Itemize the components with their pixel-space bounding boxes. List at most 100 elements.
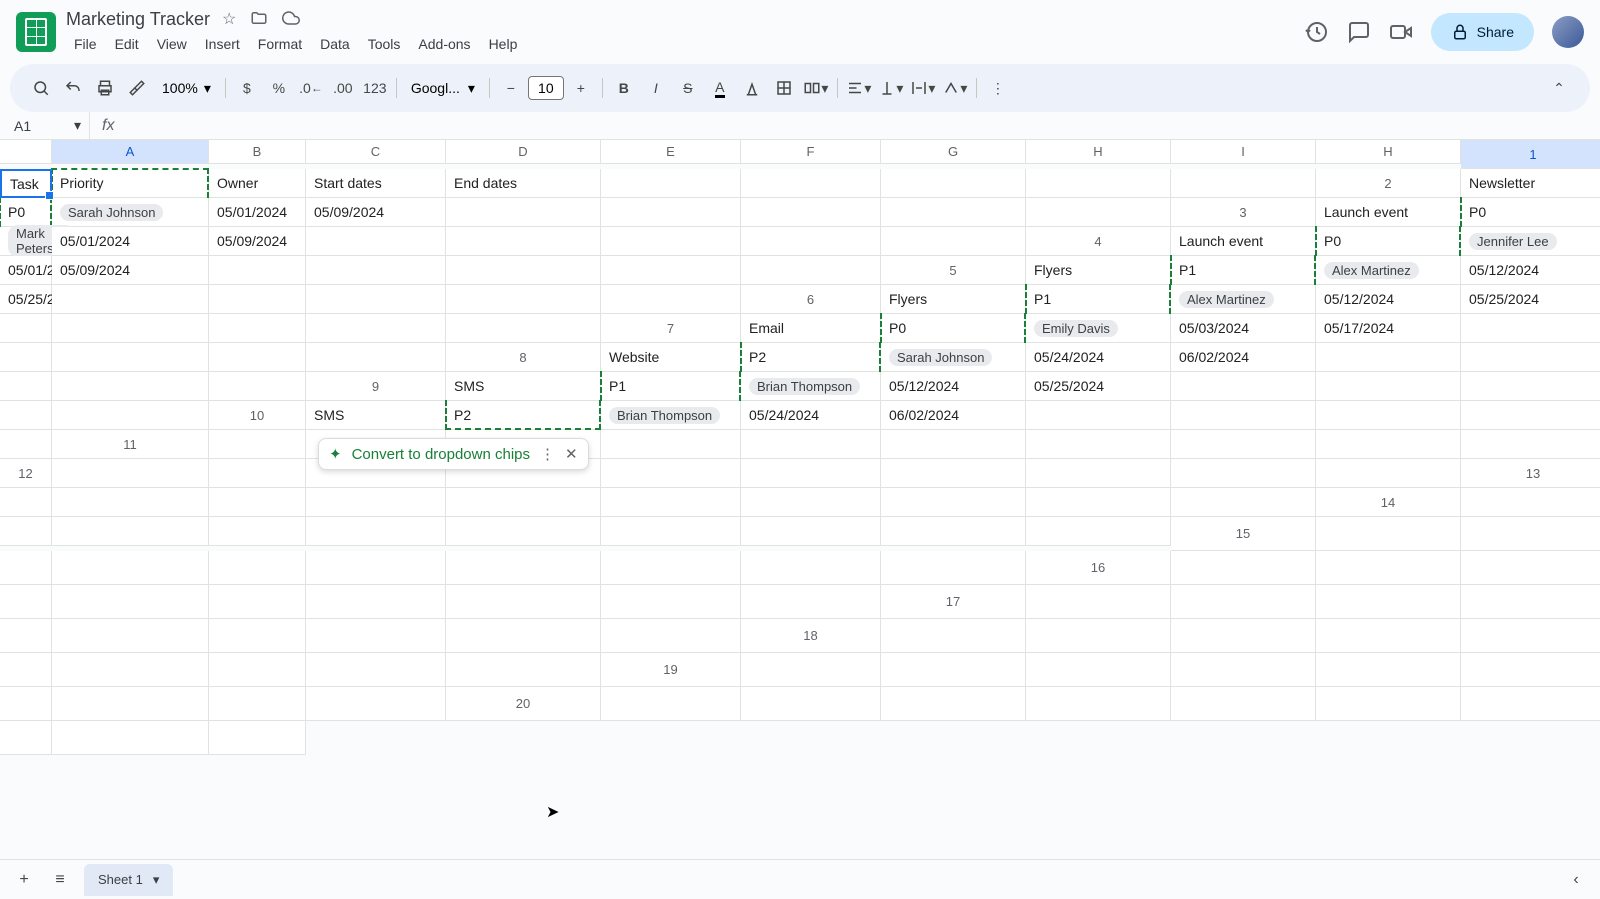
cell[interactable] [446, 517, 601, 546]
more-formats-icon[interactable]: 123 [360, 73, 390, 103]
cell[interactable]: SMS [446, 372, 601, 401]
cell[interactable]: P0 [1316, 227, 1461, 256]
cell[interactable] [306, 285, 446, 314]
cell[interactable] [0, 687, 52, 721]
cell[interactable] [1461, 488, 1600, 517]
cell[interactable]: P0 [881, 314, 1026, 343]
meet-icon[interactable] [1389, 20, 1413, 44]
cell[interactable] [601, 285, 741, 314]
decrease-font-icon[interactable]: − [496, 73, 526, 103]
cell[interactable] [741, 227, 881, 256]
chevron-down-icon[interactable]: ▾ [153, 872, 160, 888]
cell[interactable] [881, 517, 1026, 546]
cell[interactable] [306, 227, 446, 256]
cell[interactable] [1026, 517, 1171, 546]
row-header[interactable]: 6 [741, 285, 881, 314]
cell[interactable] [881, 459, 1026, 488]
percent-icon[interactable]: % [264, 73, 294, 103]
row-header[interactable]: 16 [1026, 551, 1171, 585]
merge-cells-icon[interactable]: ▾ [801, 73, 831, 103]
cell[interactable]: 05/25/2024 [0, 285, 52, 314]
cell[interactable] [306, 488, 446, 517]
cell[interactable] [52, 551, 209, 585]
cell[interactable] [446, 653, 601, 687]
cell[interactable]: Sarah Johnson [881, 343, 1026, 372]
person-chip[interactable]: Sarah Johnson [60, 204, 163, 221]
cell[interactable] [1461, 551, 1600, 585]
cell[interactable] [1026, 430, 1171, 459]
menu-edit[interactable]: Edit [107, 32, 147, 56]
cell[interactable] [1461, 687, 1600, 721]
account-avatar[interactable] [1552, 16, 1584, 48]
sheets-logo[interactable] [16, 12, 56, 52]
undo-icon[interactable] [58, 73, 88, 103]
cell[interactable] [741, 517, 881, 546]
cell[interactable] [446, 256, 601, 285]
cell[interactable] [209, 619, 306, 653]
cell[interactable] [209, 687, 306, 721]
decrease-decimal-icon[interactable]: .0← [296, 73, 326, 103]
cell[interactable] [1461, 401, 1600, 430]
cell[interactable]: 05/12/2024 [1316, 285, 1461, 314]
row-header[interactable]: 5 [881, 256, 1026, 285]
explore-icon[interactable]: ‹ [1564, 871, 1588, 889]
cell[interactable] [1026, 401, 1171, 430]
cell[interactable] [209, 285, 306, 314]
cell[interactable] [0, 401, 52, 430]
move-icon[interactable] [250, 9, 268, 29]
cell[interactable] [1026, 488, 1171, 517]
cell[interactable] [601, 459, 741, 488]
cell[interactable]: Newsletter [1461, 169, 1600, 198]
cell[interactable] [1316, 551, 1461, 585]
cell[interactable] [741, 256, 881, 285]
cell[interactable] [1171, 169, 1316, 198]
cell[interactable] [209, 551, 306, 585]
cell[interactable] [52, 285, 209, 314]
cell[interactable]: End dates [446, 169, 601, 198]
person-chip[interactable]: Alex Martinez [1324, 262, 1419, 279]
cell[interactable] [52, 619, 209, 653]
cell[interactable]: Flyers [881, 285, 1026, 314]
cell[interactable] [1026, 687, 1171, 721]
cell[interactable]: P2 [446, 401, 601, 430]
column-header[interactable]: D [446, 140, 601, 164]
row-header[interactable]: 17 [881, 585, 1026, 619]
cell[interactable] [1316, 401, 1461, 430]
row-header[interactable]: 4 [1026, 227, 1171, 256]
column-header[interactable]: H [1026, 140, 1171, 164]
cell[interactable] [601, 585, 741, 619]
cell[interactable] [446, 285, 601, 314]
cell[interactable] [1026, 619, 1171, 653]
cell[interactable]: P0 [1461, 198, 1600, 227]
cell[interactable] [306, 653, 446, 687]
cell[interactable] [1171, 619, 1316, 653]
cell[interactable] [741, 488, 881, 517]
cell[interactable] [1171, 488, 1316, 517]
cell[interactable]: Alex Martinez [1316, 256, 1461, 285]
person-chip[interactable]: Sarah Johnson [889, 349, 992, 366]
cell[interactable]: P0 [0, 198, 52, 227]
column-header[interactable]: B [209, 140, 306, 164]
zoom-select[interactable]: 100% ▾ [154, 76, 219, 101]
document-title[interactable]: Marketing Tracker [66, 9, 210, 30]
cell[interactable]: P2 [741, 343, 881, 372]
cell[interactable] [1461, 517, 1600, 551]
cell[interactable]: Launch event [1316, 198, 1461, 227]
cell[interactable] [881, 551, 1026, 585]
cell[interactable] [1316, 687, 1461, 721]
cell[interactable]: Task [0, 169, 52, 198]
cell[interactable] [52, 459, 209, 488]
cell[interactable] [446, 488, 601, 517]
row-header[interactable]: 12 [0, 459, 52, 488]
menu-insert[interactable]: Insert [197, 32, 248, 56]
cell[interactable] [741, 585, 881, 619]
cell[interactable] [601, 687, 741, 721]
row-header[interactable]: 20 [446, 687, 601, 721]
cell[interactable]: SMS [306, 401, 446, 430]
person-chip[interactable]: Alex Martinez [1179, 291, 1274, 308]
history-icon[interactable] [1305, 20, 1329, 44]
column-header[interactable]: G [881, 140, 1026, 164]
cell[interactable] [0, 653, 52, 687]
cell[interactable] [1171, 401, 1316, 430]
cell[interactable]: 05/03/2024 [1171, 314, 1316, 343]
